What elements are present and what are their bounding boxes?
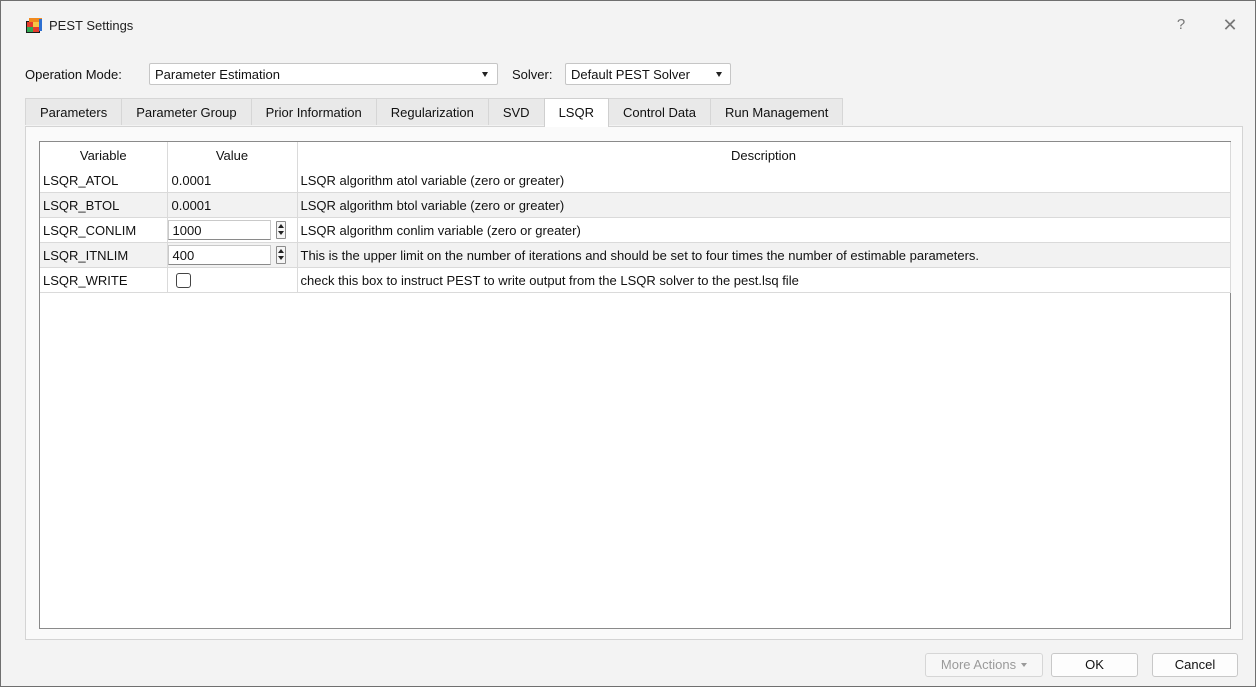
spin-down-icon[interactable] [278, 231, 284, 235]
spin-up-icon[interactable] [278, 224, 284, 228]
description-cell: This is the upper limit on the number of… [297, 242, 1231, 268]
operation-mode-value: Parameter Estimation [155, 67, 280, 82]
itnlim-spinbox[interactable]: 400 [167, 244, 290, 266]
table-row[interactable]: LSQR_ITNLIM 400 This is the upper limit … [40, 242, 1231, 268]
tab-parameter-group[interactable]: Parameter Group [121, 98, 252, 125]
chevron-down-icon [482, 72, 488, 77]
lsqr-tab-panel: Variable Value Description LSQR_ATOL 0.0… [25, 126, 1243, 640]
help-button[interactable]: ? [1171, 14, 1191, 36]
title-bar: PEST Settings ? ✕ [1, 1, 1255, 51]
cancel-button[interactable]: Cancel [1152, 653, 1238, 677]
table-row[interactable]: LSQR_ATOL 0.0001 LSQR algorithm atol var… [40, 168, 1231, 193]
close-button[interactable]: ✕ [1219, 14, 1241, 36]
lsqr-write-checkbox[interactable] [175, 272, 191, 288]
variable-cell: LSQR_ITNLIM [40, 242, 168, 268]
tab-lsqr[interactable]: LSQR [543, 98, 609, 127]
tab-svd[interactable]: SVD [487, 98, 545, 125]
tab-run-management[interactable]: Run Management [709, 98, 844, 125]
conlim-spinbox[interactable]: 1000 [167, 219, 290, 241]
solver-value: Default PEST Solver [571, 67, 690, 82]
value-cell[interactable]: 0.0001 [167, 168, 298, 193]
lsqr-variables-table[interactable]: Variable Value Description LSQR_ATOL 0.0… [39, 141, 1231, 629]
value-cell: 400 [167, 242, 298, 268]
description-cell: LSQR algorithm conlim variable (zero or … [297, 217, 1231, 243]
solver-dropdown[interactable]: Default PEST Solver [565, 63, 731, 85]
table-row[interactable]: LSQR_BTOL 0.0001 LSQR algorithm btol var… [40, 192, 1231, 218]
chevron-down-icon [716, 72, 722, 77]
value-cell [167, 267, 298, 293]
description-cell: LSQR algorithm btol variable (zero or gr… [297, 192, 1231, 218]
app-icon [26, 18, 42, 33]
spin-buttons[interactable] [275, 246, 286, 264]
variable-cell: LSQR_ATOL [40, 168, 168, 193]
tab-prior-information[interactable]: Prior Information [250, 98, 377, 125]
table-header-row: Variable Value Description [40, 142, 1231, 168]
tab-parameters[interactable]: Parameters [25, 98, 123, 125]
spin-up-icon[interactable] [278, 249, 284, 253]
settings-tabs: Parameters Parameter Group Prior Informa… [25, 98, 844, 127]
variable-cell: LSQR_CONLIM [40, 217, 168, 243]
column-header-variable[interactable]: Variable [40, 142, 168, 168]
column-header-description[interactable]: Description [297, 142, 1231, 168]
table-row[interactable]: LSQR_WRITE check this box to instruct PE… [40, 267, 1231, 293]
itnlim-input[interactable]: 400 [167, 245, 271, 265]
description-cell: LSQR algorithm atol variable (zero or gr… [297, 168, 1231, 193]
spin-down-icon[interactable] [278, 256, 284, 260]
more-actions-label: More Actions [940, 657, 1017, 672]
value-cell[interactable]: 0.0001 [167, 192, 298, 218]
tab-control-data[interactable]: Control Data [607, 98, 711, 125]
column-header-value[interactable]: Value [167, 142, 298, 168]
conlim-input[interactable]: 1000 [167, 220, 271, 240]
spin-buttons[interactable] [275, 221, 286, 239]
pest-settings-dialog: PEST Settings ? ✕ Operation Mode: Parame… [0, 0, 1256, 687]
more-actions-button[interactable]: More Actions [925, 653, 1043, 677]
ok-button[interactable]: OK [1051, 653, 1138, 677]
tab-regularization[interactable]: Regularization [375, 98, 489, 125]
operation-mode-dropdown[interactable]: Parameter Estimation [149, 63, 498, 85]
table-row[interactable]: LSQR_CONLIM 1000 LSQR algorithm conlim v… [40, 217, 1231, 243]
solver-label: Solver: [512, 67, 553, 82]
window-title: PEST Settings [49, 18, 134, 33]
description-cell: check this box to instruct PEST to write… [297, 267, 1231, 293]
variable-cell: LSQR_WRITE [40, 267, 168, 293]
variable-cell: LSQR_BTOL [40, 192, 168, 218]
chevron-down-icon [1021, 662, 1028, 667]
operation-mode-label: Operation Mode: [25, 67, 122, 82]
value-cell: 1000 [167, 217, 298, 243]
